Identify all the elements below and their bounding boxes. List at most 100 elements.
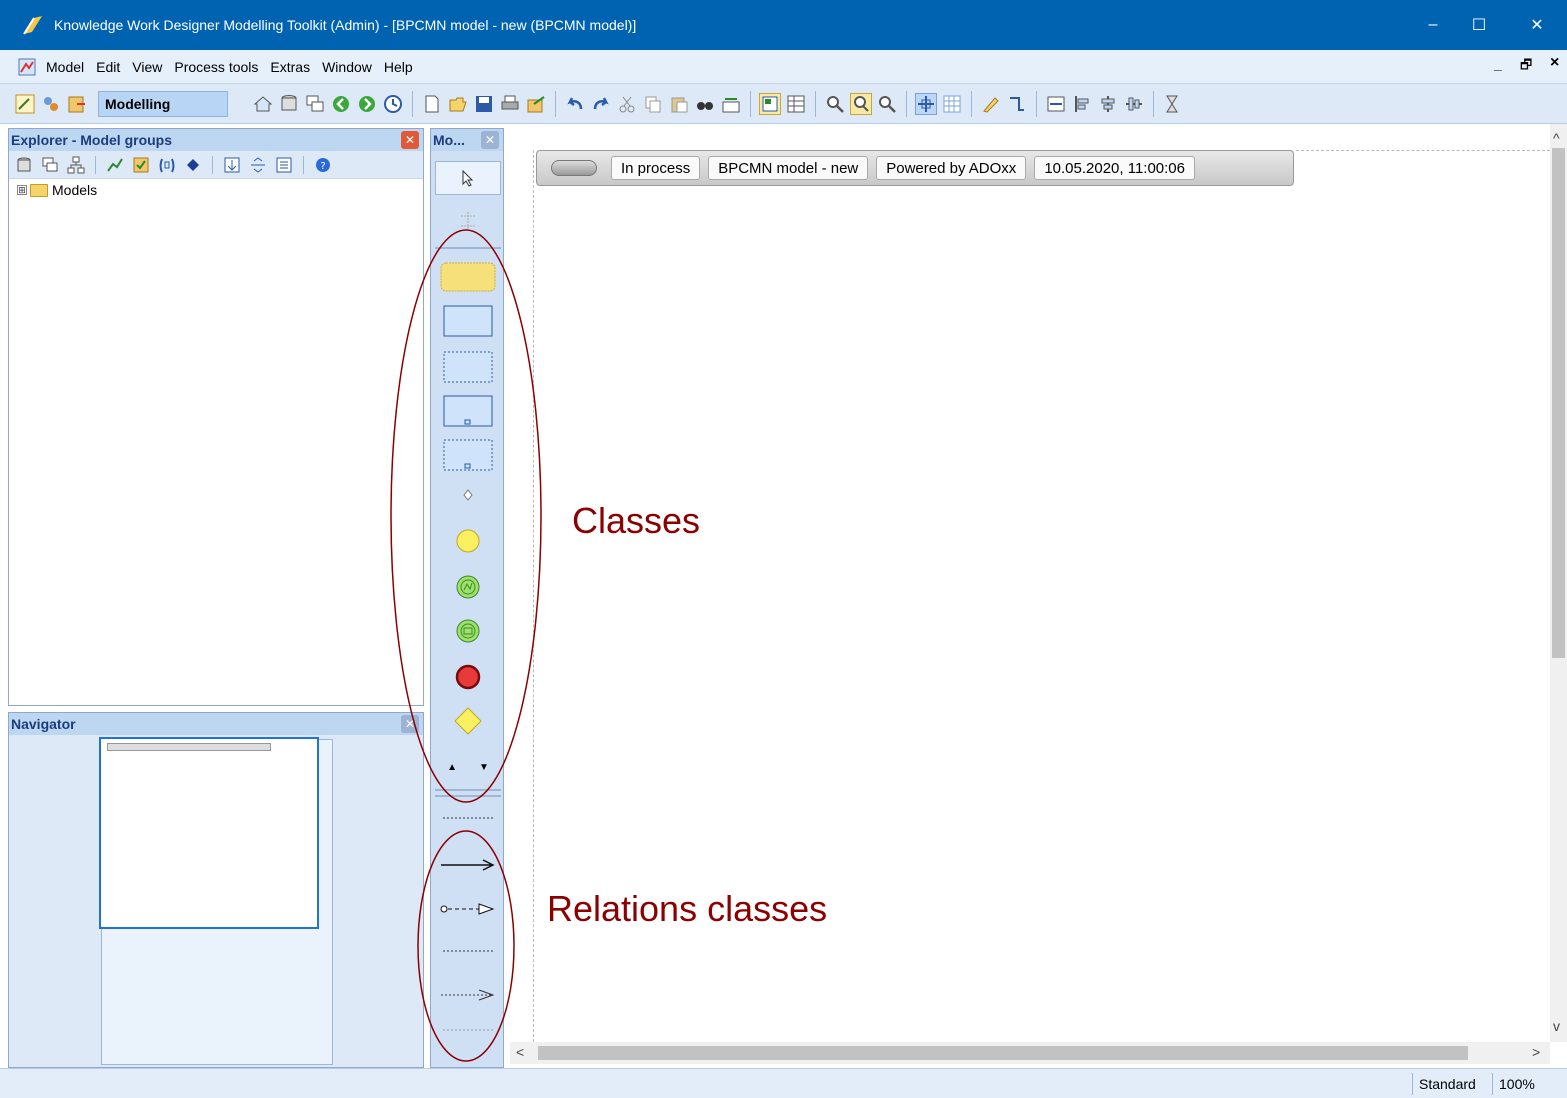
window-title: Knowledge Work Designer Modelling Toolki… [54, 17, 637, 33]
align-vertical-icon[interactable] [1123, 93, 1145, 115]
cut-icon[interactable] [616, 93, 638, 115]
classes-annotation-label: Classes [572, 500, 701, 541]
close-button[interactable]: ✕ [1514, 0, 1560, 50]
hourglass-icon[interactable] [1162, 93, 1184, 115]
relations-annotation-label: Relations classes [547, 888, 828, 929]
mdi-close-button[interactable]: × [1550, 54, 1559, 72]
page-boundary-horizontal [1296, 150, 1550, 151]
menu-model[interactable]: Model [46, 59, 84, 75]
toolbar-separator [412, 90, 413, 117]
graphical-view-icon[interactable] [759, 92, 781, 115]
tree-options-icon[interactable] [273, 154, 295, 176]
scroll-right-icon[interactable]: > [1532, 1044, 1540, 1060]
navigator-mini-header [107, 743, 271, 751]
powered-by-chip: Powered by ADOxx [876, 156, 1027, 180]
align-center-icon[interactable] [1097, 93, 1119, 115]
menu-edit[interactable]: Edit [96, 59, 120, 75]
explorer-toolbar: ? [9, 151, 423, 179]
tree-item-label: Models [52, 182, 98, 198]
back-icon[interactable] [330, 93, 352, 115]
connector-icon[interactable] [1006, 93, 1028, 115]
explorer-panel: Explorer - Model groups ✕ ? ⊞ Models [8, 128, 424, 706]
scroll-up-icon[interactable]: ^ [1553, 130, 1560, 146]
document-icon[interactable] [18, 58, 36, 76]
toolbar-separator [971, 90, 972, 117]
redo-icon[interactable] [590, 93, 612, 115]
menu-process-tools[interactable]: Process tools [174, 59, 258, 75]
grid-snap-icon[interactable] [915, 92, 937, 115]
menu-help[interactable]: Help [384, 59, 413, 75]
menu-bar: Model Edit View Process tools Extras Win… [0, 50, 1567, 84]
zoom-fit-icon[interactable] [876, 93, 898, 115]
find-icon[interactable] [694, 93, 716, 115]
mdi-minimize-button[interactable]: _ [1494, 56, 1502, 72]
align-left-icon[interactable] [1071, 93, 1093, 115]
replace-icon[interactable] [720, 93, 742, 115]
model-header-bar[interactable]: In process BPCMN model - new Powered by … [536, 150, 1294, 186]
collapse-all-icon[interactable] [247, 154, 269, 176]
menu-extras[interactable]: Extras [270, 59, 310, 75]
model-groups-icon[interactable] [13, 154, 35, 176]
model-name-chip: BPCMN model - new [708, 156, 869, 180]
database-icon[interactable] [278, 93, 300, 115]
minimize-button[interactable]: – [1410, 0, 1456, 50]
scroll-down-icon[interactable]: v [1553, 1018, 1560, 1034]
tree-item-models[interactable]: ⊞ Models [9, 179, 423, 201]
undo-icon[interactable] [564, 93, 586, 115]
tree-expand-icon[interactable]: ⊞ [17, 185, 27, 195]
main-toolbar: Modelling [0, 84, 1567, 124]
model-list-icon[interactable] [39, 154, 61, 176]
open-icon[interactable] [447, 93, 469, 115]
modelling-mode-icon[interactable] [14, 93, 36, 115]
home-icon[interactable] [252, 93, 274, 115]
draw-icon[interactable] [980, 93, 1002, 115]
model-header-pill-icon [551, 160, 597, 176]
clipboard-icon[interactable] [156, 154, 178, 176]
menu-view[interactable]: View [132, 59, 162, 75]
navigator-panel: Navigator ✕ [8, 712, 424, 1068]
history-icon[interactable] [382, 93, 404, 115]
forward-icon[interactable] [356, 93, 378, 115]
export-icon[interactable] [525, 93, 547, 115]
help-icon[interactable]: ? [312, 154, 334, 176]
diamond-icon[interactable] [182, 154, 204, 176]
explorer-header: Explorer - Model groups ✕ [9, 129, 423, 151]
paste-icon[interactable] [668, 93, 690, 115]
palette-title: Mo... [433, 132, 465, 148]
explorer-close-button[interactable]: ✕ [401, 131, 419, 149]
zoom-icon[interactable] [824, 93, 846, 115]
horizontal-scroll-thumb[interactable] [538, 1046, 1468, 1060]
model-status-chip: In process [611, 156, 701, 180]
status-zoom: 100% [1492, 1073, 1541, 1095]
zoom-100-icon[interactable] [850, 92, 872, 115]
vertical-scroll-thumb[interactable] [1552, 148, 1565, 658]
annotation-ellipses [390, 229, 542, 1062]
save-icon[interactable] [473, 93, 495, 115]
copy-icon[interactable] [642, 93, 664, 115]
navigator-viewport[interactable] [99, 737, 319, 929]
hierarchy-icon[interactable] [65, 154, 87, 176]
table-view-icon[interactable] [785, 93, 807, 115]
navigator-title: Navigator [11, 716, 76, 732]
pointer-tool-icon[interactable] [435, 161, 501, 195]
toolbar-separator [1153, 90, 1154, 117]
toolbar-separator [1036, 90, 1037, 117]
windows-icon[interactable] [304, 93, 326, 115]
mdi-restore-button[interactable]: 🗗 [1520, 56, 1532, 78]
analysis-mode-icon[interactable] [40, 93, 62, 115]
palette-close-button[interactable]: ✕ [481, 131, 499, 149]
mode-selector[interactable]: Modelling [98, 90, 228, 117]
menu-window[interactable]: Window [322, 59, 372, 75]
print-icon[interactable] [499, 93, 521, 115]
navigator-header: Navigator ✕ [9, 713, 423, 735]
maximize-button[interactable]: ☐ [1456, 0, 1502, 50]
grid-icon[interactable] [941, 93, 963, 115]
chart-icon[interactable] [104, 154, 126, 176]
expand-all-icon[interactable] [221, 154, 243, 176]
align-width-icon[interactable] [1045, 93, 1067, 115]
palette-header: Mo... ✕ [431, 129, 503, 151]
app-logo-icon [23, 16, 42, 35]
import-export-icon[interactable] [66, 93, 88, 115]
check-models-icon[interactable] [130, 154, 152, 176]
new-icon[interactable] [421, 93, 443, 115]
